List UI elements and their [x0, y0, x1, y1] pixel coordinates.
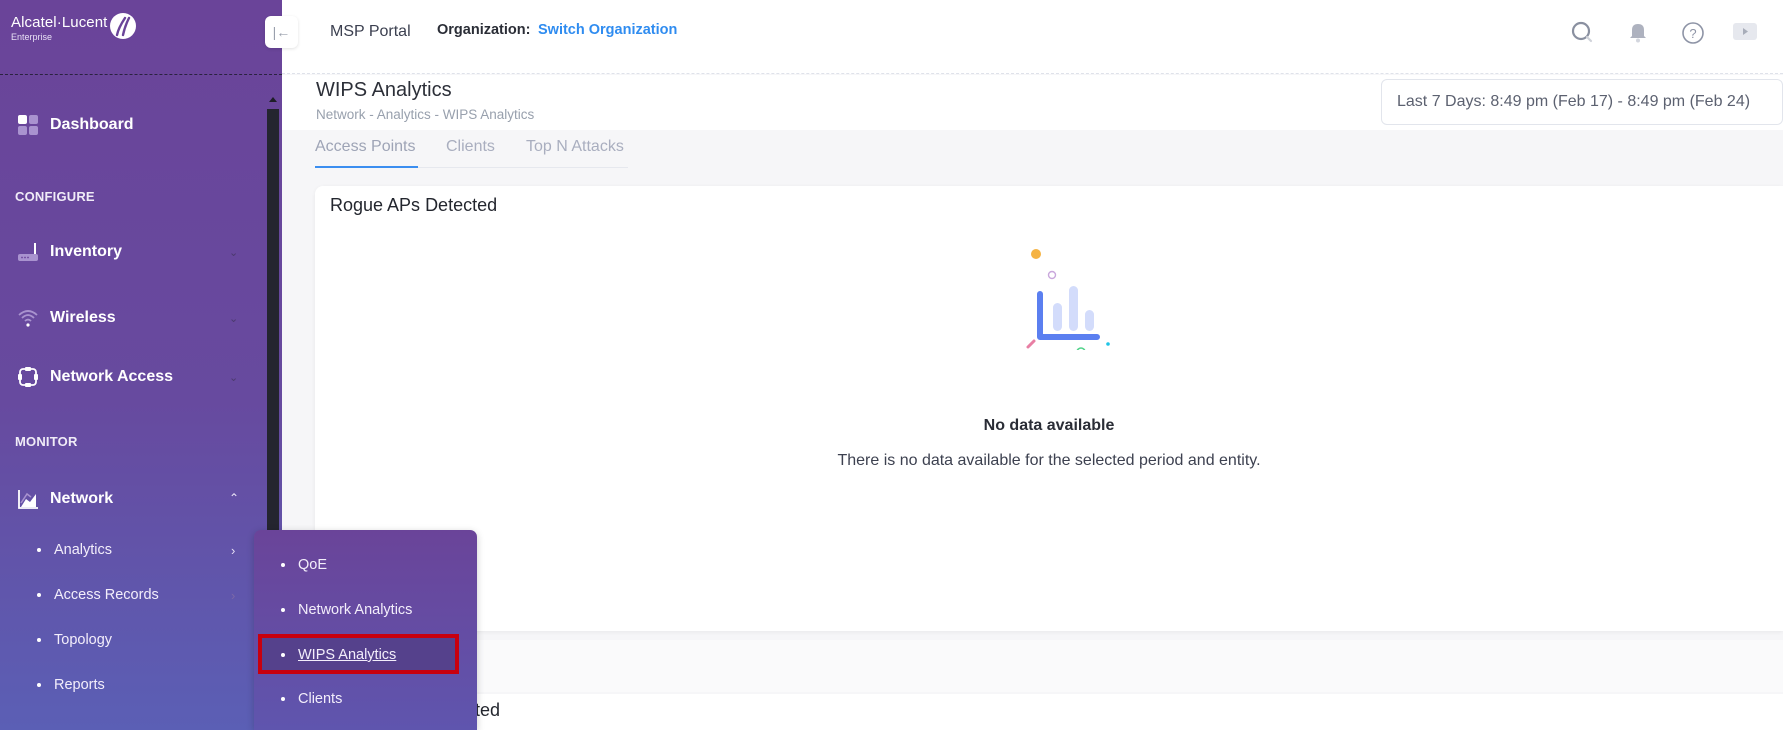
scroll-up-arrow-icon[interactable]: [269, 97, 277, 102]
bullet-icon: [281, 697, 285, 701]
sidebar-item-dashboard[interactable]: Dashboard: [17, 114, 134, 136]
sidebar-subitem-label: Topology: [54, 632, 113, 648]
dashboard-icon: [17, 114, 39, 136]
video-icon[interactable]: [1733, 23, 1759, 46]
flyout-item-label: WIPS Analytics: [298, 647, 397, 663]
active-tab-indicator: [315, 166, 418, 168]
brand-mark-icon: [110, 13, 136, 39]
tab-top-n-attacks[interactable]: Top N Attacks: [526, 138, 624, 156]
sidebar-separator: [0, 74, 282, 75]
sidebar: Alcatel·Lucent Enterprise Dashboard CONF…: [0, 0, 282, 730]
section-monitor: MONITOR: [15, 434, 78, 449]
bullet-icon: [37, 638, 41, 642]
sidebar-item-label: Wireless: [50, 309, 116, 326]
sidebar-item-label: Dashboard: [50, 116, 134, 133]
flyout-item-label: QoE: [298, 557, 328, 573]
sidebar-subitem-analytics[interactable]: Analytics: [37, 542, 112, 558]
tab-clients[interactable]: Clients: [446, 138, 495, 156]
wifi-icon: [17, 307, 39, 329]
flyout-item-clients[interactable]: Clients: [281, 691, 342, 707]
help-icon[interactable]: ?: [1680, 20, 1706, 51]
collapse-sidebar-button[interactable]: |←: [265, 16, 298, 48]
empty-state-title: No data available: [983, 417, 1115, 434]
tab-bar: Access Points Clients Top N Attacks: [315, 138, 628, 168]
sidebar-subitem-topology[interactable]: Topology: [37, 632, 112, 648]
sidebar-item-label: Network: [50, 490, 114, 507]
bullet-icon: [37, 593, 41, 597]
bullet-icon: [281, 608, 285, 612]
sidebar-subitem-access-records[interactable]: Access Records: [37, 587, 159, 603]
date-range-picker[interactable]: Last 7 Days: 8:49 pm (Feb 17) - 8:49 pm …: [1381, 79, 1783, 125]
sidebar-subitem-reports[interactable]: Reports: [37, 677, 105, 693]
rogue-aps-card: Rogue APs Detected No data available The…: [315, 186, 1783, 631]
bullet-icon: [37, 548, 41, 552]
flyout-item-wips-analytics[interactable]: WIPS Analytics: [281, 647, 396, 663]
sidebar-item-label: Inventory: [50, 243, 123, 260]
page-title: WIPS Analytics: [316, 79, 452, 101]
search-icon[interactable]: [1570, 20, 1596, 51]
switch-organization-link[interactable]: Switch Organization: [538, 22, 677, 38]
chevron-down-icon[interactable]: ⌄: [229, 312, 238, 325]
breadcrumb: Network - Analytics - WIPS Analytics: [316, 107, 535, 122]
bullet-icon: [37, 683, 41, 687]
section-configure: CONFIGURE: [15, 189, 95, 204]
bullet-icon: [281, 653, 285, 657]
portal-name: MSP Portal: [330, 23, 411, 40]
chevron-right-icon[interactable]: ›: [231, 543, 235, 558]
analytics-flyout-menu: QoE Network Analytics WIPS Analytics Cli…: [254, 530, 477, 730]
sidebar-item-network-access[interactable]: Network Access: [17, 366, 173, 388]
flyout-item-qoe[interactable]: QoE: [281, 557, 327, 573]
bell-icon[interactable]: [1627, 20, 1649, 49]
chevron-right-icon[interactable]: ›: [231, 588, 235, 603]
bullet-icon: [281, 563, 285, 567]
next-card: ented: [315, 694, 1783, 730]
empty-chart-illustration-icon: [1026, 249, 1110, 350]
collapse-arrow-icon: |←: [272, 24, 291, 40]
sidebar-subitem-label: Analytics: [54, 542, 113, 558]
flyout-item-label: Network Analytics: [298, 602, 413, 618]
section-spacer: [315, 640, 1783, 692]
sidebar-item-network[interactable]: Network: [17, 488, 113, 510]
sidebar-item-inventory[interactable]: Inventory: [17, 241, 122, 263]
router-icon: [17, 241, 39, 263]
card-title: Rogue APs Detected: [330, 195, 498, 215]
top-bar: MSP Portal Organization: Switch Organiza…: [282, 0, 1783, 74]
brand-name: Alcatel·Lucent: [11, 14, 108, 31]
sidebar-subitem-label: Access Records: [54, 587, 159, 603]
flyout-item-label: Clients: [298, 691, 343, 707]
sidebar-item-wireless[interactable]: Wireless: [17, 307, 116, 329]
brand-sub: Enterprise: [11, 32, 53, 42]
network-chart-icon: [17, 488, 39, 510]
empty-state-description: There is no data available for the selec…: [837, 452, 1261, 469]
chevron-down-icon[interactable]: ⌄: [229, 371, 238, 384]
brand-logo[interactable]: Alcatel·Lucent Enterprise: [11, 13, 136, 64]
tab-access-points[interactable]: Access Points: [315, 138, 415, 156]
chevron-down-icon[interactable]: ⌄: [229, 246, 238, 259]
sidebar-item-label: Network Access: [50, 368, 174, 385]
svg-text:?: ?: [1689, 26, 1696, 41]
chevron-up-icon[interactable]: ⌃: [229, 491, 239, 505]
network-access-icon: [17, 366, 39, 388]
organization-label: Organization:: [437, 22, 531, 38]
flyout-item-network-analytics[interactable]: Network Analytics: [281, 602, 412, 618]
sidebar-subitem-label: Reports: [54, 677, 105, 693]
